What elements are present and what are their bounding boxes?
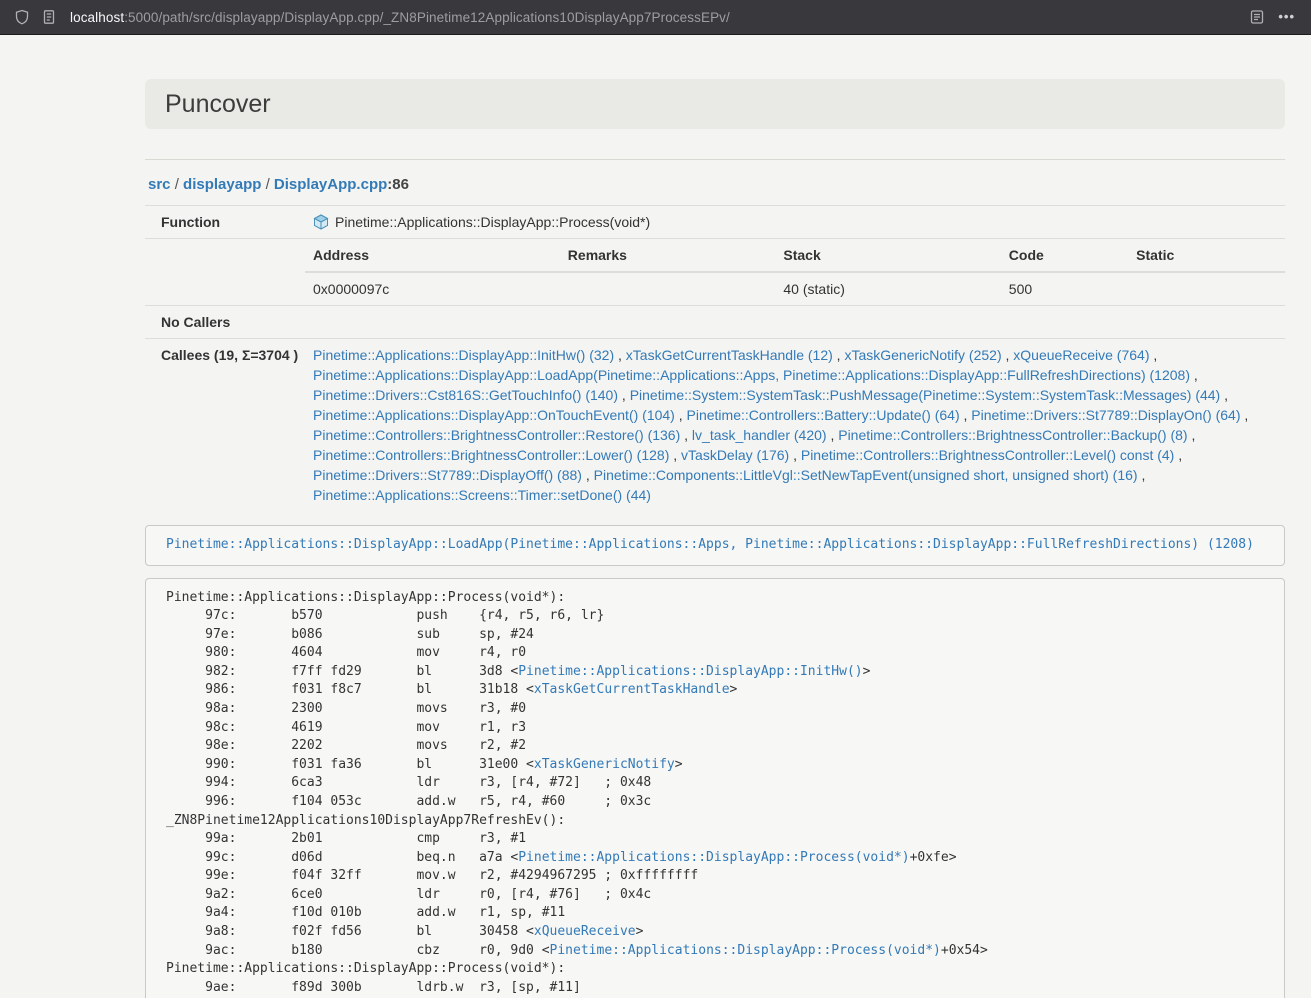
breadcrumb-link[interactable]: DisplayApp.cpp [274,176,387,193]
function-table: Function Pinetime::Applications::Display… [145,205,1285,511]
callee-link[interactable]: Pinetime::System::SystemTask::PushMessag… [630,387,1221,403]
selected-callee-link[interactable]: Pinetime::Applications::DisplayApp::Load… [166,537,1254,552]
page-title: Puncover [165,89,1265,119]
breadcrumb-line-number: :86 [387,176,409,193]
header-remarks: Remarks [560,239,776,272]
callee-link[interactable]: vTaskDelay (176) [681,447,789,463]
disassembly-code: Pinetime::Applications::DisplayApp::Proc… [145,578,1285,998]
divider [145,159,1285,160]
callee-separator: , [1241,407,1249,423]
value-address: 0x0000097c [305,272,560,305]
callee-link[interactable]: xTaskGenericNotify (252) [844,347,1001,363]
no-callers-label: No Callers [145,306,305,339]
header-address: Address [305,239,560,272]
function-row: Function Pinetime::Applications::Display… [145,206,1285,239]
callee-separator: , [833,347,845,363]
callee-separator: , [789,447,801,463]
callee-separator: , [680,427,692,443]
disasm-symbol-link[interactable]: xTaskGenericNotify [534,757,675,772]
no-callers-row: No Callers [145,306,1285,339]
value-static [1128,272,1285,305]
page-container: Puncover src / displayapp / DisplayApp.c… [145,35,1285,998]
more-menu-icon[interactable]: ••• [1276,9,1297,25]
no-callers-cell [305,306,1285,339]
disasm-symbol-link[interactable]: xTaskGetCurrentTaskHandle [534,682,730,697]
callee-separator: , [614,347,626,363]
callee-separator: , [675,407,687,423]
browser-toolbar: localhost:5000/path/src/displayapp/Displ… [0,0,1311,35]
url-domain: localhost [70,10,124,25]
callee-link[interactable]: xTaskGetCurrentTaskHandle (12) [626,347,833,363]
callee-link[interactable]: Pinetime::Applications::DisplayApp::OnTo… [313,407,675,423]
tracking-protection-shield-icon[interactable] [14,9,30,25]
stats-data-row: 0x0000097c 40 (static) 500 [305,272,1285,305]
breadcrumb-link[interactable]: displayapp [183,176,261,193]
callee-link[interactable]: Pinetime::Applications::DisplayApp::Load… [313,367,1190,383]
callee-link[interactable]: Pinetime::Components::LittleVgl::SetNewT… [594,467,1138,483]
header-static: Static [1128,239,1285,272]
stats-row-label [145,239,305,306]
callee-separator: , [1220,387,1228,403]
url-path: :5000/path/src/displayapp/DisplayApp.cpp… [124,10,730,25]
callee-link[interactable]: Pinetime::Controllers::BrightnessControl… [838,427,1187,443]
callee-separator: , [1138,467,1146,483]
callee-link[interactable]: Pinetime::Controllers::BrightnessControl… [313,427,680,443]
callee-link[interactable]: Pinetime::Controllers::BrightnessControl… [313,447,669,463]
callee-link[interactable]: Pinetime::Drivers::St7789::DisplayOff() … [313,467,582,483]
callees-list: Pinetime::Applications::DisplayApp::Init… [305,339,1285,512]
function-name-cell: Pinetime::Applications::DisplayApp::Proc… [305,206,1285,239]
header-code: Code [1001,239,1128,272]
callee-separator: , [827,427,839,443]
disasm-symbol-link[interactable]: xQueueReceive [534,924,636,939]
stats-header-row: Address Remarks Stack Code Static [305,239,1285,272]
callee-separator: , [960,407,972,423]
reader-view-icon[interactable] [1249,9,1265,25]
callee-link[interactable]: Pinetime::Drivers::Cst816S::GetTouchInfo… [313,387,618,403]
callee-link[interactable]: Pinetime::Applications::DisplayApp::Init… [313,347,614,363]
value-code: 500 [1001,272,1128,305]
breadcrumb-link[interactable]: src [148,176,171,193]
callee-link[interactable]: Pinetime::Controllers::Battery::Update()… [687,407,960,423]
stats-row: Address Remarks Stack Code Static 0x0000… [145,239,1285,306]
function-row-label: Function [145,206,305,239]
stats-table: Address Remarks Stack Code Static 0x0000… [305,239,1285,305]
value-remarks [560,272,776,305]
callee-separator: , [1190,367,1198,383]
callee-separator: , [582,467,594,483]
callee-link[interactable]: Pinetime::Applications::Screens::Timer::… [313,487,651,503]
callee-separator: , [1149,347,1157,363]
callee-separator: , [618,387,630,403]
callee-link[interactable]: Pinetime::Drivers::St7789::DisplayOn() (… [971,407,1240,423]
stats-cell: Address Remarks Stack Code Static 0x0000… [305,239,1285,306]
disasm-symbol-link[interactable]: Pinetime::Applications::DisplayApp::Proc… [550,943,941,958]
callee-link[interactable]: xQueueReceive (764) [1013,347,1149,363]
page-header: Puncover [145,79,1285,129]
function-name: Pinetime::Applications::DisplayApp::Proc… [335,214,650,230]
disasm-symbol-link[interactable]: Pinetime::Applications::DisplayApp::Proc… [518,850,909,865]
breadcrumb-separator: / [171,176,184,193]
breadcrumb: src / displayapp / DisplayApp.cpp:86 [148,176,1282,193]
selected-callee-box: Pinetime::Applications::DisplayApp::Load… [145,525,1285,566]
callee-separator: , [1174,447,1182,463]
value-stack: 40 (static) [775,272,1000,305]
header-stack: Stack [775,239,1000,272]
callees-row: Callees (19, Σ=3704 ) Pinetime::Applicat… [145,339,1285,512]
url-bar[interactable]: localhost:5000/path/src/displayapp/Displ… [68,10,1238,25]
breadcrumb-separator: / [261,176,274,193]
callee-separator: , [1188,427,1196,443]
callee-separator: , [1002,347,1014,363]
callees-label: Callees (19, Σ=3704 ) [145,339,305,512]
callee-link[interactable]: lv_task_handler (420) [692,427,827,443]
page-info-icon[interactable] [41,9,57,25]
callee-separator: , [669,447,681,463]
method-icon [313,214,329,230]
disasm-symbol-link[interactable]: Pinetime::Applications::DisplayApp::Init… [518,664,862,679]
callee-link[interactable]: Pinetime::Controllers::BrightnessControl… [801,447,1174,463]
